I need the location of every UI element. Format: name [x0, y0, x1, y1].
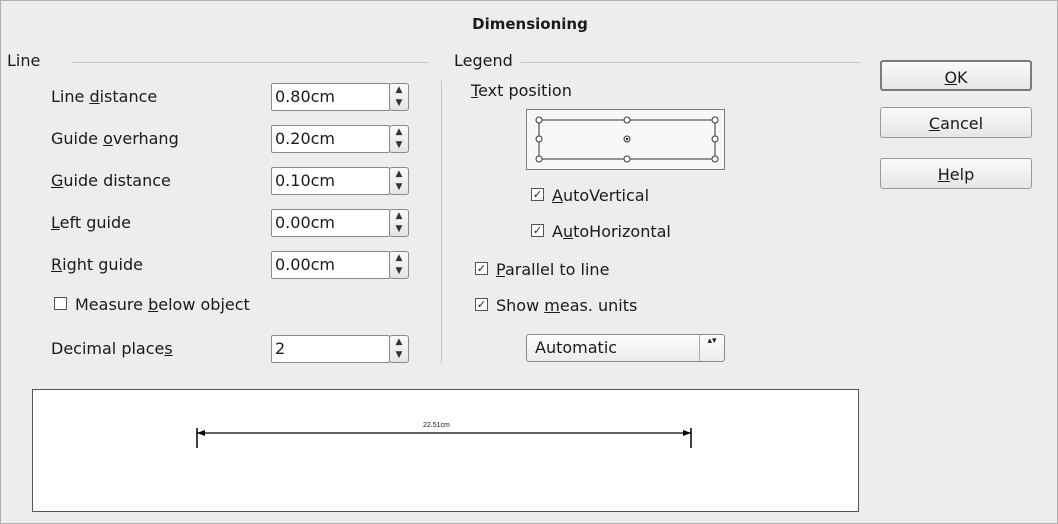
- dimension-preview: 22.51cm: [32, 389, 859, 512]
- line-distance-input[interactable]: 0.80cm: [271, 83, 390, 111]
- guide-distance-label: Guide distance: [51, 171, 171, 190]
- radio-icon: [535, 155, 543, 163]
- text-position-label: Text position: [471, 81, 572, 100]
- help-button[interactable]: Help: [880, 158, 1032, 189]
- checkbox-unchecked-icon[interactable]: [54, 297, 67, 310]
- units-select[interactable]: Automatic ▴▾: [526, 334, 725, 362]
- line-section-label: Line: [7, 51, 45, 70]
- radio-icon: [711, 155, 719, 163]
- parallel-to-line-checkbox[interactable]: ✓ Parallel to line: [475, 260, 609, 279]
- checkmark-icon[interactable]: ✓: [531, 188, 544, 201]
- show-meas-units-checkbox[interactable]: ✓ Show meas. units: [475, 296, 637, 315]
- chevron-updown-icon[interactable]: ▴▾: [699, 335, 724, 361]
- dimensioning-dialog: Dimensioning Line Line distance 0.80cm ▲…: [0, 0, 1058, 524]
- checkmark-icon[interactable]: ✓: [475, 262, 488, 275]
- decimal-places-label: Decimal places: [51, 339, 173, 358]
- right-guide-input[interactable]: 0.00cm: [271, 251, 390, 279]
- right-guide-label: Right guide: [51, 255, 143, 274]
- auto-horizontal-checkbox[interactable]: ✓ AutoHorizontal: [531, 222, 671, 241]
- left-guide-label: Left guide: [51, 213, 131, 232]
- line-distance-label: Line distance: [51, 87, 158, 106]
- radio-icon: [535, 116, 543, 124]
- auto-vertical-checkbox[interactable]: ✓ AutoVertical: [531, 186, 649, 205]
- cancel-button[interactable]: Cancel: [880, 107, 1032, 138]
- radio-icon: [711, 135, 719, 143]
- spin-updown-icon[interactable]: ▲ ▼: [389, 335, 409, 363]
- guide-overhang-label: Guide overhang: [51, 129, 179, 148]
- legend-frame-rule: [521, 62, 861, 63]
- checkmark-icon[interactable]: ✓: [531, 224, 544, 237]
- guide-overhang-input[interactable]: 0.20cm: [271, 125, 390, 153]
- radio-icon: [623, 155, 631, 163]
- radio-icon: [535, 135, 543, 143]
- guide-distance-input[interactable]: 0.10cm: [271, 167, 390, 195]
- spin-updown-icon[interactable]: ▲ ▼: [389, 83, 409, 111]
- dimension-line-graphic: [196, 428, 692, 448]
- text-position-selector[interactable]: [526, 109, 725, 170]
- text-position-grid: [535, 116, 719, 163]
- spin-updown-icon[interactable]: ▲ ▼: [389, 125, 409, 153]
- line-frame-rule: [71, 62, 429, 63]
- radio-icon: [711, 116, 719, 124]
- spin-updown-icon[interactable]: ▲ ▼: [389, 209, 409, 237]
- ok-button[interactable]: OK: [880, 60, 1032, 91]
- measure-below-checkbox[interactable]: Measure below object: [54, 295, 250, 314]
- legend-section-label: Legend: [454, 51, 517, 70]
- measurement-text: 22.51cm: [423, 422, 450, 429]
- spin-updown-icon[interactable]: ▲ ▼: [389, 251, 409, 279]
- radio-icon: [623, 116, 631, 124]
- decimal-places-input[interactable]: 2: [271, 335, 390, 363]
- spin-updown-icon[interactable]: ▲ ▼: [389, 167, 409, 195]
- dialog-title: Dimensioning: [472, 15, 588, 33]
- checkmark-icon[interactable]: ✓: [475, 298, 488, 311]
- left-guide-input[interactable]: 0.00cm: [271, 209, 390, 237]
- section-divider: [441, 81, 442, 363]
